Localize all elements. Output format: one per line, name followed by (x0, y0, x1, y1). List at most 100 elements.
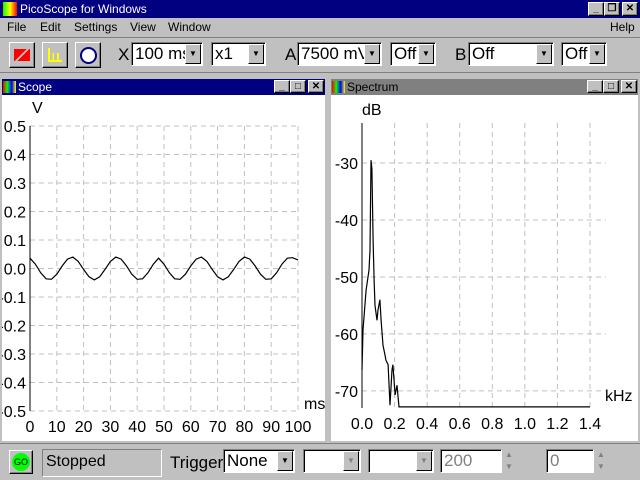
chevron-down-icon[interactable]: ▼ (185, 44, 201, 64)
scope-maximize-button[interactable]: □ (290, 80, 306, 93)
y-tick-label: 0.0 (4, 262, 26, 279)
x-tick-label: 50 (155, 419, 173, 436)
window-logo-icon (332, 81, 345, 93)
scope-window: Scope _ □ ✕ 0 10 20 30 40 50 60 70 80 90 100 0.5 0.4… (0, 77, 327, 443)
x-tick-label: 0.6 (449, 416, 471, 433)
x-tick-label: 60 (182, 419, 200, 436)
y-tick-label: 0.5 (4, 119, 26, 136)
scope-view-button[interactable] (9, 42, 35, 68)
x-tick-label: 40 (128, 419, 146, 436)
y-tick-label: 0.1 (4, 233, 26, 250)
b-label: B (455, 45, 467, 64)
menu-window[interactable]: Window (168, 20, 211, 34)
chevron-down-icon[interactable]: ▼ (248, 44, 264, 64)
y-tick-label: -60 (335, 327, 358, 344)
y-tick-label: -40 (335, 213, 358, 230)
timebase-select[interactable]: 100 ms ▼ (131, 42, 203, 66)
spectrum-title: Spectrum (347, 80, 399, 94)
multiplier-select[interactable]: x1 ▼ (211, 42, 266, 66)
y-tick-label: -0.5 (2, 404, 26, 421)
channel-a-range-value: 7500 mV (301, 44, 370, 63)
close-button[interactable]: ✕ (622, 2, 638, 16)
channel-a-coupling-select[interactable]: Off ▼ (390, 42, 436, 66)
chevron-down-icon[interactable]: ▼ (277, 451, 293, 471)
trigger-mode-value: None (227, 451, 268, 470)
channel-b-coupling-select[interactable]: Off ▼ (561, 42, 607, 66)
scope-close-button[interactable]: ✕ (308, 80, 324, 93)
trigger-level-input[interactable]: 200 (440, 449, 502, 473)
meter-view-button[interactable] (75, 42, 101, 68)
channel-a-range-select[interactable]: 7500 mV ▼ (297, 42, 382, 66)
menu-help[interactable]: Help (610, 20, 635, 34)
window-logo-icon (3, 81, 16, 93)
y-tick-label: 0.3 (4, 176, 26, 193)
x-tick-label: 1.0 (514, 416, 536, 433)
y-tick-label: -50 (335, 270, 358, 287)
y-tick-label: -0.2 (2, 319, 26, 336)
x-tick-label: 1.4 (579, 416, 601, 433)
y-unit-label: V (32, 100, 43, 117)
trigger-level-spinner[interactable]: ▲ ▼ (503, 449, 515, 473)
menu-edit[interactable]: Edit (40, 20, 61, 34)
y-tick-label: -0.4 (2, 376, 26, 393)
x-tick-label: 1.2 (546, 416, 568, 433)
go-button[interactable]: GO (9, 450, 33, 474)
restore-button[interactable]: ❐ (604, 2, 620, 16)
a-label: A (285, 45, 297, 64)
chevron-down-icon[interactable]: ▼ (536, 44, 552, 64)
x-tick-label: 0 (26, 419, 35, 436)
multiplier-value: x1 (215, 44, 233, 63)
chevron-down-icon[interactable]: ▼ (364, 44, 380, 64)
menu-settings[interactable]: Settings (74, 20, 117, 34)
app-title: PicoScope for Windows (20, 2, 147, 16)
y-unit-label: dB (362, 102, 382, 119)
channel-b-range-value: Off (472, 44, 495, 63)
chevron-down-icon[interactable]: ▼ (343, 451, 359, 471)
spectrum-title-bar: Spectrum _ □ ✕ (331, 79, 638, 95)
x-label: X (118, 45, 130, 64)
trigger-direction-select[interactable]: ▼ (368, 449, 434, 473)
timebase-value: 100 ms (135, 44, 191, 63)
scope-minimize-button[interactable]: _ (274, 80, 290, 93)
y-tick-label: -70 (335, 384, 358, 401)
menu-file[interactable]: File (7, 20, 26, 34)
minimize-button[interactable]: _ (588, 2, 604, 16)
channel-b-range-select[interactable]: Off ▼ (468, 42, 554, 66)
x-unit-label: kHz (605, 388, 633, 405)
trace-line (361, 160, 590, 408)
status-bar: GO Stopped Trigger None ▼ ▼ ▼ 200 ▲ ▼ 0 ▲ ▼ (0, 443, 640, 480)
spectrum-chart: 0.0 0.2 0.4 0.6 0.8 1.0 1.2 1.4 -30 -40 -50 -60 -70 d… (335, 102, 633, 433)
app-title-bar: PicoScope for Windows _ ❐ ✕ (0, 0, 640, 18)
y-tick-label: 0.4 (4, 148, 26, 165)
chevron-down-icon[interactable]: ▼ (589, 44, 605, 64)
app-logo-icon (3, 2, 17, 16)
y-tick-label: -0.3 (2, 347, 26, 364)
x-tick-label: 0.4 (416, 416, 438, 433)
channel-b-coupling-value: Off (565, 44, 588, 63)
scope-title-bar: Scope _ □ ✕ (2, 79, 325, 95)
toolbar: X 100 ms ▼ x1 ▼ A 7500 mV ▼ Off ▼ B Off ▼ Off… (0, 37, 640, 73)
trigger-channel-select[interactable]: ▼ (303, 449, 361, 473)
trigger-label: Trigger (170, 453, 224, 472)
chevron-down-icon[interactable]: ▼ (418, 44, 434, 64)
trigger-mode-select[interactable]: None ▼ (223, 449, 295, 473)
x-tick-label: 0.8 (481, 416, 503, 433)
x-tick-label: 80 (236, 419, 254, 436)
chevron-down-icon[interactable]: ▼ (416, 451, 432, 471)
channel-a-coupling-value: Off (394, 44, 417, 63)
spectrum-view-button[interactable] (42, 42, 68, 68)
meter-dial-icon (80, 47, 97, 64)
spectrum-close-button[interactable]: ✕ (621, 80, 637, 93)
spectrum-maximize-button[interactable]: □ (603, 80, 619, 93)
spectrum-bars-icon (48, 48, 62, 62)
scope-wave-icon (14, 49, 30, 61)
trigger-delay-input[interactable]: 0 (546, 449, 594, 473)
y-tick-label: -30 (335, 156, 358, 173)
y-tick-label: -0.1 (2, 290, 26, 307)
menu-bar: File Edit Settings View Window Help (0, 18, 640, 36)
scope-title: Scope (18, 80, 53, 94)
spectrum-minimize-button[interactable]: _ (587, 80, 603, 93)
x-tick-label: 90 (262, 419, 280, 436)
trigger-delay-spinner[interactable]: ▲ ▼ (595, 449, 607, 473)
menu-view[interactable]: View (130, 20, 156, 34)
